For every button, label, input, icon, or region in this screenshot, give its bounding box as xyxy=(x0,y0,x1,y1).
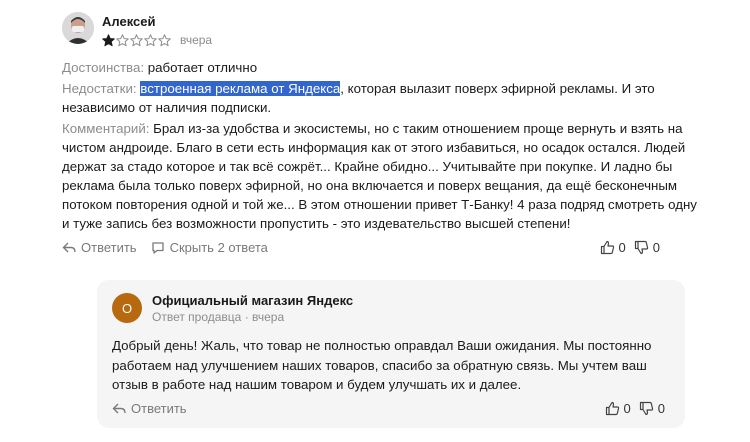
thumbs-down-icon xyxy=(639,401,653,416)
star-filled-icon xyxy=(102,33,115,46)
seller-reply-actions: Ответить 0 0 xyxy=(112,401,665,416)
review-actions: Ответить Скрыть 2 ответа 0 0 xyxy=(62,240,660,255)
like-button[interactable]: 0 xyxy=(600,240,626,255)
cons-label: Недостатки: xyxy=(62,81,137,96)
thumbs-up-icon xyxy=(600,240,614,255)
seller-reply-label: Ответить xyxy=(131,401,187,416)
star-empty-icon xyxy=(130,33,143,46)
hide-replies-button[interactable]: Скрыть 2 ответа xyxy=(151,240,268,255)
review-card: Алексей вчера Достоинства: работает отли… xyxy=(62,12,702,235)
reply-arrow-icon xyxy=(112,403,126,413)
star-empty-icon xyxy=(144,33,157,46)
review-header: Алексей вчера xyxy=(62,12,702,58)
review-votes: 0 0 xyxy=(600,240,660,255)
seller-reply-text: Добрый день! Жаль, что товар не полность… xyxy=(112,338,652,392)
reply-label: Ответить xyxy=(81,240,137,255)
thumbs-up-icon xyxy=(605,401,619,416)
avatar[interactable] xyxy=(62,12,94,44)
cons-row: Недостатки: встроенная реклама от Яндекс… xyxy=(62,79,702,117)
comment-text: Брал из-за удобства и экосистемы, но с т… xyxy=(62,121,697,231)
comment-row: Комментарий: Брал из-за удобства и экоси… xyxy=(62,119,702,233)
review-date: вчера xyxy=(180,33,213,47)
seller-dislike-count: 0 xyxy=(657,401,665,416)
pros-row: Достоинства: работает отлично xyxy=(62,58,702,77)
reply-button[interactable]: Ответить xyxy=(62,240,137,255)
seller-like-count: 0 xyxy=(623,401,631,416)
pros-text: работает отлично xyxy=(144,60,258,75)
thumbs-down-icon xyxy=(634,240,648,255)
seller-name[interactable]: Официальный магазин Яндекс xyxy=(152,293,353,308)
rating-stars xyxy=(102,33,171,47)
user-photo-icon xyxy=(62,12,94,44)
seller-reply-card: О Официальный магазин Яндекс Ответ прода… xyxy=(97,280,685,428)
seller-reply-button[interactable]: Ответить xyxy=(112,401,187,416)
selected-text[interactable]: встроенная реклама от Яндекса xyxy=(140,81,341,96)
star-empty-icon xyxy=(158,33,171,46)
review-body: Достоинства: работает отлично Недостатки… xyxy=(62,58,702,233)
pros-label: Достоинства: xyxy=(62,60,145,75)
seller-avatar[interactable]: О xyxy=(112,293,142,323)
author-name[interactable]: Алексей xyxy=(102,14,212,30)
seller-reply-meta: Ответ продавца · вчера xyxy=(152,310,285,324)
dislike-button[interactable]: 0 xyxy=(634,240,660,255)
chat-bubble-icon xyxy=(151,241,164,254)
seller-reply-votes: 0 0 xyxy=(605,401,665,416)
star-empty-icon xyxy=(116,33,129,46)
reply-arrow-icon xyxy=(62,242,76,252)
seller-like-button[interactable]: 0 xyxy=(605,401,631,416)
seller-dislike-button[interactable]: 0 xyxy=(639,401,665,416)
like-count: 0 xyxy=(618,240,626,255)
comment-label: Комментарий: xyxy=(62,121,150,136)
hide-replies-label: Скрыть 2 ответа xyxy=(169,240,268,255)
dislike-count: 0 xyxy=(652,240,660,255)
